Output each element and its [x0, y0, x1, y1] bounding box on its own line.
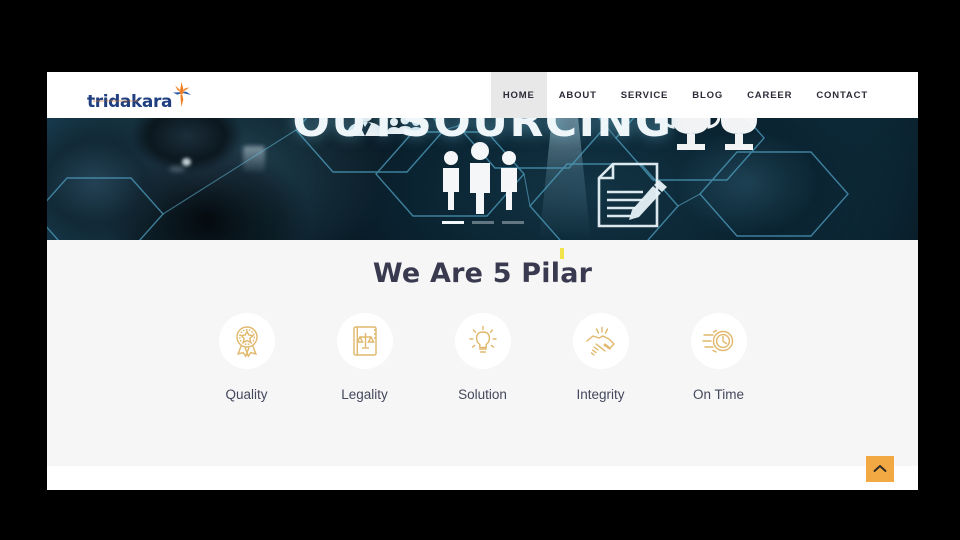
carousel-dot-1[interactable] [441, 221, 464, 224]
nav-item-contact[interactable]: CONTACT [804, 72, 880, 118]
nav-item-service[interactable]: SERVICE [609, 72, 681, 118]
pillar-item-quality[interactable]: Quality [218, 313, 275, 402]
carousel-dot-2[interactable] [471, 221, 494, 224]
page-title: We Are 5 Pilar [372, 258, 593, 289]
pillar-label: Integrity [576, 387, 625, 402]
pillar-label: Solution [458, 387, 507, 402]
nav-item-blog[interactable]: BLOG [680, 72, 735, 118]
pillar-item-integrity[interactable]: Integrity [572, 313, 629, 402]
pillars-section: We Are 5 Pilar Quality Legality Solution… [47, 240, 918, 478]
browser-page: tridakara Solusi Outsourcing Anda HOME A… [47, 72, 918, 490]
hero-title: OUTSOURCING [292, 118, 673, 147]
fast-clock-icon [701, 329, 733, 353]
pillar-icon-circle [690, 313, 747, 369]
pillar-label: Legality [341, 387, 388, 402]
pillar-item-on-time[interactable]: On Time [690, 313, 747, 402]
pillar-label: Quality [225, 387, 268, 402]
pillar-icon-circle [572, 313, 629, 369]
footer-strip [47, 466, 918, 478]
pillar-item-legality[interactable]: Legality [336, 313, 393, 402]
lightbulb-icon [468, 325, 497, 353]
starburst-icon [170, 82, 192, 110]
law-book-scales-icon [352, 326, 377, 356]
handshake-icon [585, 326, 615, 356]
screenshot-stage: tridakara Solusi Outsourcing Anda HOME A… [0, 0, 960, 540]
pillar-label: On Time [692, 387, 744, 402]
pillar-item-solution[interactable]: Solution [454, 313, 511, 402]
award-ribbon-icon [235, 326, 258, 358]
brand-tagline: Solusi Outsourcing Anda [93, 99, 139, 103]
carousel-indicators [47, 221, 918, 224]
nav-item-about[interactable]: ABOUT [547, 72, 609, 118]
scroll-to-top-button[interactable] [866, 456, 894, 482]
pillar-icon-circle [336, 313, 393, 369]
pillar-list: Quality Legality Solution Integrity On T… [47, 313, 918, 402]
pillar-icon-circle [218, 313, 275, 369]
hero-carousel[interactable]: OUTSOURCING [47, 118, 918, 240]
three-people-icon [443, 142, 517, 214]
chevron-up-icon [873, 465, 887, 472]
site-header: tridakara Solusi Outsourcing Anda HOME A… [47, 72, 918, 118]
pillar-icon-circle [454, 313, 511, 369]
brand-logo[interactable]: tridakara Solusi Outsourcing Anda [87, 80, 192, 111]
nav-item-home[interactable]: HOME [490, 72, 547, 118]
nav-item-career[interactable]: CAREER [735, 72, 804, 118]
carousel-dot-3[interactable] [501, 221, 524, 224]
text-cursor-artifact [560, 248, 564, 259]
main-navigation: HOME ABOUT SERVICE BLOG CAREER CONTACT [490, 72, 880, 118]
